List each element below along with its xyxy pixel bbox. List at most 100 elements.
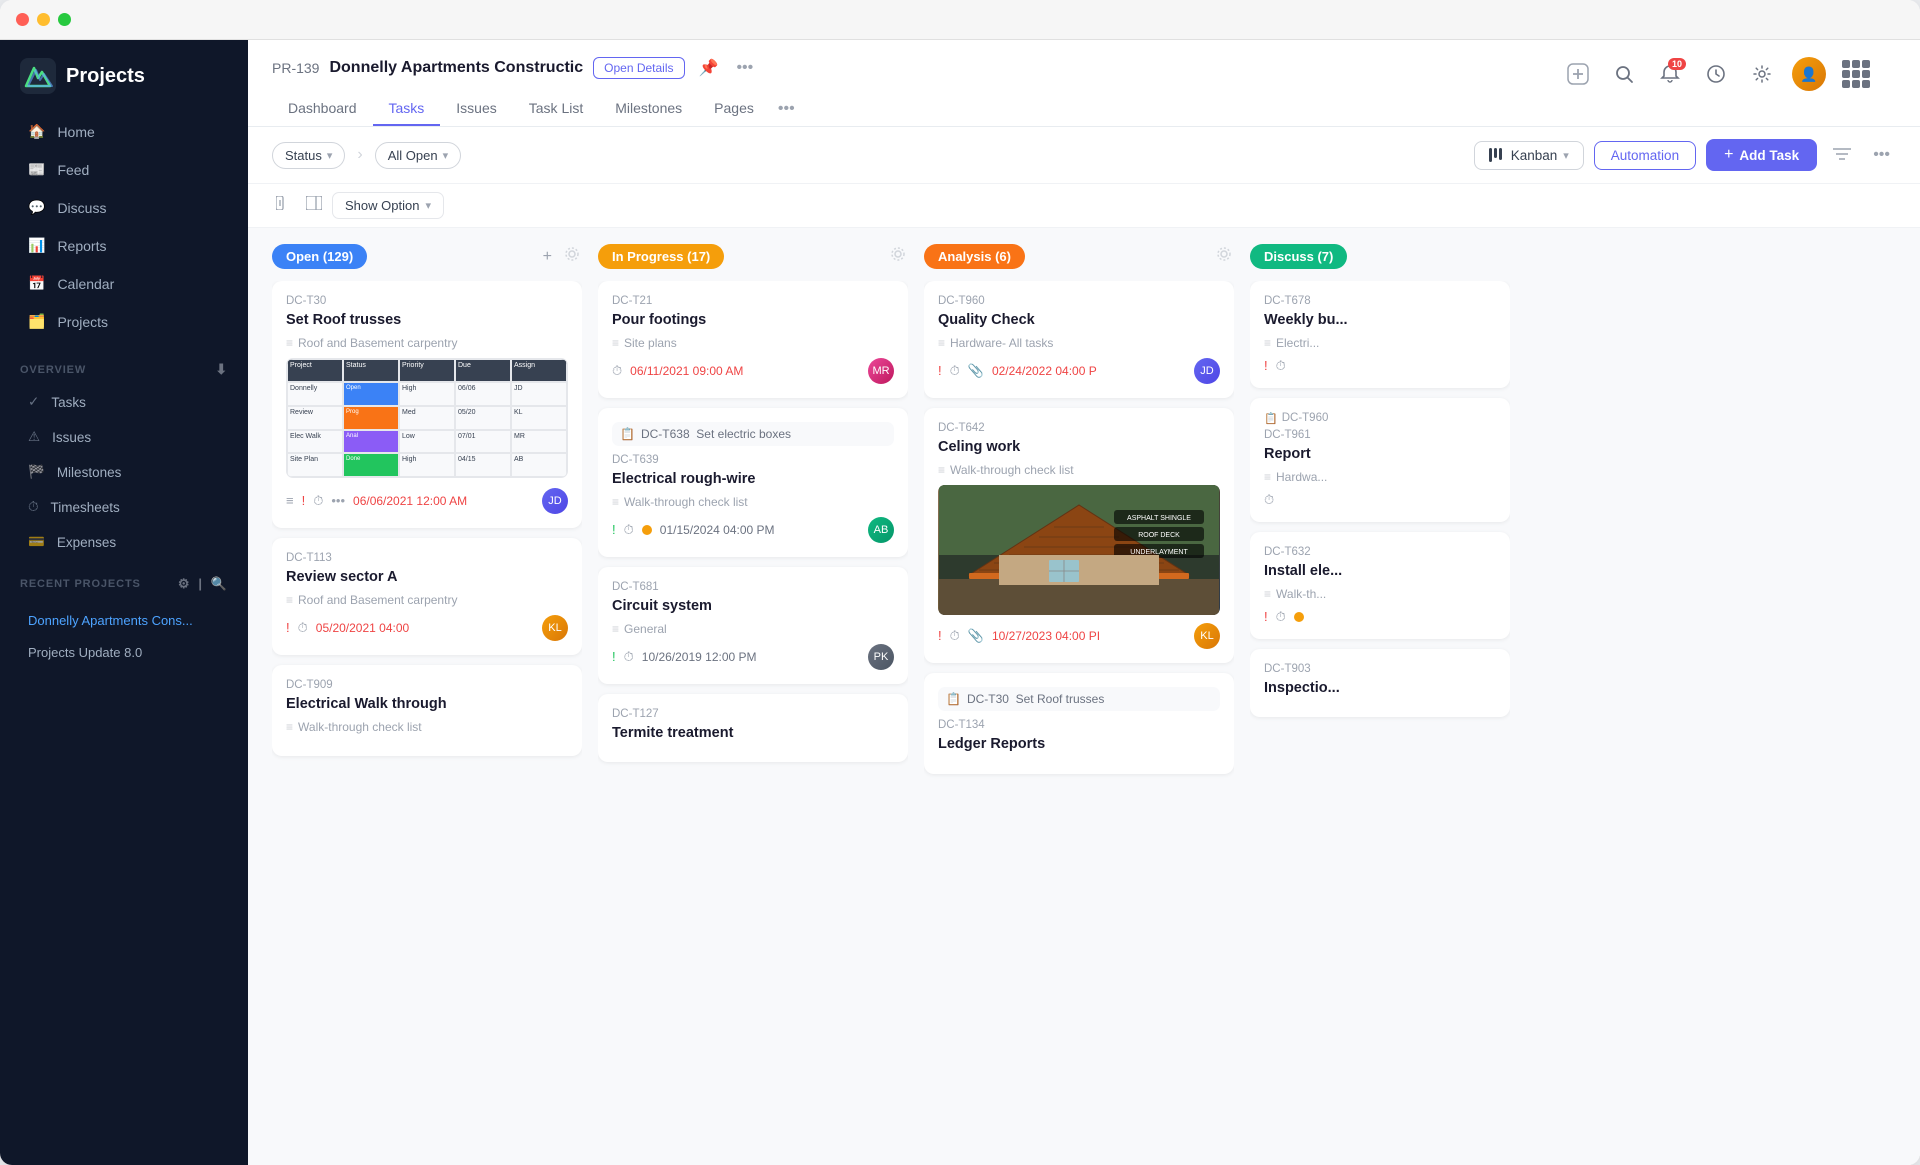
main-header: PR-139 Donnelly Apartments Constructic O…: [248, 40, 1920, 127]
collapse-right-icon[interactable]: [302, 192, 326, 219]
tab-more-icon[interactable]: •••: [770, 92, 803, 126]
more-options-icon[interactable]: •••: [732, 57, 757, 79]
card-footer: ! ⏱: [1264, 609, 1496, 625]
status-dot-yellow: [1294, 612, 1304, 622]
notification-bell-icon[interactable]: 10: [1654, 58, 1686, 90]
status-dot-yellow: [642, 525, 652, 535]
logo-text: Projects: [66, 65, 145, 88]
sidebar-item-reports[interactable]: 📊 Reports: [8, 227, 240, 264]
col-badge-discuss: Discuss (7): [1250, 244, 1347, 269]
tab-pages[interactable]: Pages: [698, 92, 770, 126]
grid-apps-icon[interactable]: [1840, 58, 1872, 90]
clock-icon[interactable]: [1700, 58, 1732, 90]
tab-milestones[interactable]: Milestones: [599, 92, 698, 126]
overview-item-expenses[interactable]: 💳 Expenses: [8, 525, 240, 559]
card-footer-left: ! ⏱ 05/20/2021 04:00: [286, 620, 409, 636]
kanban-view-button[interactable]: Kanban ▾: [1474, 141, 1584, 170]
show-option-button[interactable]: Show Option ▾: [332, 192, 444, 219]
card-id: DC-T642: [938, 422, 1220, 434]
card-footer: ⏱ 06/11/2021 09:00 AM MR: [612, 358, 894, 384]
status-filter-button[interactable]: Status ▾: [272, 142, 345, 169]
card-more-icon[interactable]: •••: [331, 493, 345, 508]
card-title: Circuit system: [612, 597, 894, 616]
overview-item-issues[interactable]: ⚠ Issues: [8, 420, 240, 454]
filter-icon-button[interactable]: [1827, 141, 1857, 170]
sidebar-item-feed[interactable]: 📰 Feed: [8, 151, 240, 188]
clock-icon: ⏱: [313, 493, 323, 509]
pin-icon[interactable]: 📌: [695, 56, 723, 80]
more-options-button[interactable]: •••: [1867, 142, 1896, 168]
card-subtitle: ≡ Roof and Basement carpentry: [286, 336, 568, 350]
tab-tasks[interactable]: Tasks: [373, 92, 441, 126]
overview-filter-icon[interactable]: ⬇: [215, 361, 228, 378]
automation-button[interactable]: Automation: [1594, 141, 1696, 170]
card-footer-left: ! ⏱ 📎 10/27/2023 04:00 PI: [938, 628, 1100, 644]
attach-icon: 📎: [968, 363, 984, 379]
tab-issues[interactable]: Issues: [440, 92, 512, 126]
card-footer-left: ! ⏱: [1264, 609, 1304, 625]
app-window: Projects 🏠 Home 📰 Feed 💬 Discuss 📊 Rep: [0, 0, 1920, 1165]
col-actions-analysis: [1214, 244, 1234, 269]
overview-item-timesheets[interactable]: ⏱ Timesheets: [8, 490, 240, 524]
tab-task-list[interactable]: Task List: [513, 92, 599, 126]
card-avatar: JD: [542, 488, 568, 514]
kanban-icon: [1489, 148, 1505, 162]
card-footer: ! ⏱ 01/15/2024 04:00 PM AB: [612, 517, 894, 543]
kanban-card: DC-T678 Weekly bu... ≡ Electri... ! ⏱: [1250, 281, 1510, 388]
col-refresh-icon[interactable]: [1214, 244, 1234, 269]
sidebar-item-calendar[interactable]: 📅 Calendar: [8, 265, 240, 302]
sidebar-item-label: Calendar: [57, 276, 114, 292]
card-subtitle: ≡ General: [612, 622, 894, 636]
add-button[interactable]: [1562, 58, 1594, 90]
sidebar-item-discuss[interactable]: 💬 Discuss: [8, 189, 240, 226]
recent-search-icon[interactable]: 🔍: [211, 576, 228, 592]
all-open-filter-button[interactable]: All Open ▾: [375, 142, 461, 169]
sidebar-item-projects[interactable]: 🗂️ Projects: [8, 303, 240, 340]
settings-gear-icon[interactable]: [1746, 58, 1778, 90]
card-title: Set Roof trusses: [286, 311, 568, 330]
card-id: DC-T961: [1264, 429, 1496, 441]
filter-separator: ›: [357, 146, 362, 164]
recent-project-donnelly[interactable]: Donnelly Apartments Cons...: [8, 605, 240, 636]
overview-item-milestones[interactable]: 🏁 Milestones: [8, 455, 240, 489]
card-subgroup: 📋 DC-T638 Set electric boxes: [612, 422, 894, 446]
card-date: 02/24/2022 04:00 P: [992, 364, 1097, 378]
col-refresh-icon[interactable]: [562, 244, 582, 269]
recent-project-update[interactable]: Projects Update 8.0: [8, 637, 240, 668]
collapse-left-icon[interactable]: [272, 192, 296, 219]
search-icon[interactable]: [1608, 58, 1640, 90]
col-badge-inprogress: In Progress (17): [598, 244, 724, 269]
toolbar-left: Status ▾ › All Open ▾: [272, 142, 461, 169]
card-footer-left: ! ⏱ 📎 02/24/2022 04:00 P: [938, 363, 1097, 379]
card-footer-left: ! ⏱ 01/15/2024 04:00 PM: [612, 522, 775, 538]
add-task-button[interactable]: + Add Task: [1706, 139, 1817, 171]
card-title: Install ele...: [1264, 562, 1496, 581]
sidebar-item-label: Discuss: [57, 200, 106, 216]
sidebar: Projects 🏠 Home 📰 Feed 💬 Discuss 📊 Rep: [0, 40, 248, 1165]
col-refresh-icon[interactable]: [888, 244, 908, 269]
open-details-button[interactable]: Open Details: [593, 57, 684, 79]
card-image: Project Status Priority Due Assign Donne…: [286, 358, 568, 478]
kanban-card: DC-T127 Termite treatment: [598, 694, 908, 763]
clock-icon: ⏱: [1264, 492, 1274, 508]
project-name: Donnelly Apartments Constructic: [329, 59, 583, 77]
chevron-down-icon: ▾: [327, 149, 333, 162]
card-avatar: KL: [1194, 623, 1220, 649]
card-title: Report: [1264, 445, 1496, 464]
card-title: Electrical rough-wire: [612, 470, 894, 489]
recent-filter-icon[interactable]: ⚙: [178, 576, 191, 592]
user-avatar[interactable]: 👤: [1792, 57, 1826, 91]
col-actions-inprogress: [888, 244, 908, 269]
sidebar-item-home[interactable]: 🏠 Home: [8, 113, 240, 150]
tab-dashboard[interactable]: Dashboard: [272, 92, 373, 126]
card-title: Weekly bu...: [1264, 311, 1496, 330]
col-add-icon[interactable]: +: [541, 246, 554, 268]
card-image: ASPHALT SHINGLE ROOF DECK UNDERLAYMENT: [938, 485, 1220, 615]
minimize-btn[interactable]: [37, 13, 50, 26]
close-btn[interactable]: [16, 13, 29, 26]
card-avatar: PK: [868, 644, 894, 670]
card-id: DC-T678: [1264, 295, 1496, 307]
overview-item-tasks[interactable]: ✓ Tasks: [8, 385, 240, 419]
maximize-btn[interactable]: [58, 13, 71, 26]
reports-icon: 📊: [28, 237, 45, 254]
